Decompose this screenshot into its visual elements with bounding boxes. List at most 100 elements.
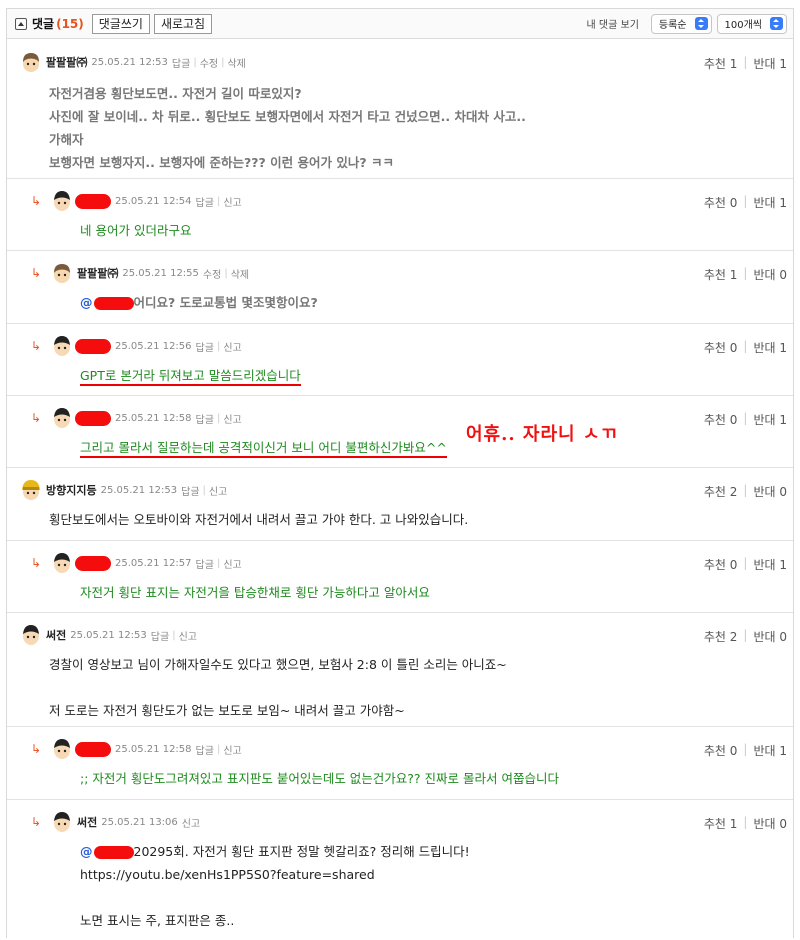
upvote-label: 추천: [703, 817, 726, 831]
reply-link[interactable]: 답글: [196, 339, 214, 354]
comment-author[interactable]: 팔팔팔㈜: [46, 54, 87, 70]
downvote-button[interactable]: 반대 1: [753, 55, 787, 72]
upvote-button[interactable]: 추천 1: [704, 266, 738, 283]
downvote-label: 반대: [753, 630, 776, 644]
collapse-toggle-icon[interactable]: [15, 17, 27, 30]
downvote-count: 0: [779, 630, 787, 644]
report-link[interactable]: 신고: [179, 628, 197, 643]
mention-link[interactable]: @: [80, 844, 93, 859]
comment-date: 25.05.21 12:56: [115, 340, 192, 352]
redacted-nickname: [75, 338, 111, 354]
downvote-button[interactable]: 반대 1: [753, 556, 787, 573]
upvote-button[interactable]: 추천 0: [704, 194, 738, 211]
upvote-button[interactable]: 추천 0: [704, 742, 738, 759]
page-size-value: 100개씩: [724, 20, 763, 31]
comment-date: 25.05.21 12:57: [115, 557, 192, 569]
reply-item: ↳ 25.05.21 12:58 답글 | 신고 추천 0 | 반대 1 그리고 …: [7, 396, 793, 468]
mention-link[interactable]: @: [80, 295, 93, 310]
comment-author[interactable]: 써전: [46, 627, 66, 643]
report-link[interactable]: 신고: [223, 339, 241, 354]
vote-box: 추천 0 | 반대 1: [703, 339, 787, 356]
reply-link[interactable]: 답글: [196, 556, 214, 571]
sort-select[interactable]: 등록순: [650, 13, 712, 34]
comment-line: 자전거 횡단 표지는 자전거을 탑승한채로 횡단 가능하다고 알아서요: [80, 585, 430, 600]
upvote-button[interactable]: 추천 0: [704, 411, 738, 428]
avatar: [22, 480, 40, 500]
upvote-label: 추천: [703, 630, 726, 644]
downvote-button[interactable]: 반대 0: [753, 483, 787, 500]
upvote-button[interactable]: 추천 1: [704, 55, 738, 72]
avatar: [54, 408, 70, 428]
downvote-button[interactable]: 반대 0: [753, 266, 787, 283]
report-link[interactable]: 신고: [209, 483, 227, 498]
downvote-count: 0: [779, 268, 787, 282]
reply-link[interactable]: 답글: [151, 628, 169, 643]
upvote-count: 0: [729, 744, 738, 758]
reply-item: ↳ 써전 25.05.21 13:06 신고 추천 1 | 반대 0 @2029…: [7, 800, 793, 940]
write-comment-button[interactable]: 댓글쓰기: [91, 13, 150, 34]
downvote-label: 반대: [753, 196, 776, 210]
upvote-button[interactable]: 추천 2: [704, 483, 738, 500]
comment-line: GPT로 본거라 뒤져보고 말씀드리겠습니다: [80, 368, 301, 386]
reply-arrow-icon: ↳: [31, 266, 42, 280]
upvote-count: 0: [729, 413, 738, 427]
downvote-button[interactable]: 반대 0: [753, 815, 787, 832]
avatar: [54, 553, 70, 573]
downvote-label: 반대: [753, 485, 776, 499]
comment-body: GPT로 본거라 뒤져보고 말씀드리겠습니다: [80, 364, 301, 387]
comment-count: (15): [56, 16, 84, 31]
edit-link[interactable]: 수정: [203, 266, 221, 281]
comment-date: 25.05.21 12:53: [91, 56, 168, 68]
report-link[interactable]: 신고: [182, 815, 200, 830]
vote-box: 추천 0 | 반대 1: [703, 194, 787, 211]
reply-link[interactable]: 답글: [196, 194, 214, 209]
reply-link[interactable]: 답글: [196, 742, 214, 757]
upvote-button[interactable]: 추천 0: [704, 556, 738, 573]
report-link[interactable]: 신고: [223, 556, 241, 571]
redacted-nickname: [75, 741, 111, 757]
downvote-button[interactable]: 반대 1: [753, 339, 787, 356]
avatar: [54, 336, 70, 356]
vote-box: 추천 1 | 반대 1: [703, 55, 787, 72]
report-link[interactable]: 신고: [223, 194, 241, 209]
comment-body: 횡단보도에서는 오토바이와 자전거에서 내려서 끌고 가야 한다. 고 나와있습…: [49, 508, 468, 531]
comment-line: 어디요? 도로교통법 몇조몇항이요?: [133, 295, 318, 310]
redacted-nickname: [93, 846, 134, 859]
downvote-button[interactable]: 반대 1: [753, 742, 787, 759]
upvote-count: 2: [729, 485, 738, 499]
avatar: [23, 53, 39, 72]
comment-line: [80, 886, 470, 909]
reply-link[interactable]: 답글: [181, 483, 199, 498]
upvote-button[interactable]: 추천 1: [704, 815, 738, 832]
downvote-count: 1: [779, 196, 787, 210]
report-link[interactable]: 신고: [223, 742, 241, 757]
comment-line: 가해자: [49, 132, 84, 147]
upvote-button[interactable]: 추천 0: [704, 339, 738, 356]
delete-link[interactable]: 삭제: [231, 266, 249, 281]
comment-body: 네 용어가 있더라구요: [80, 219, 191, 242]
comment-author[interactable]: 써전: [77, 814, 97, 830]
upvote-button[interactable]: 추천 2: [704, 628, 738, 645]
my-comments-link[interactable]: 내 댓글 보기: [587, 16, 639, 31]
downvote-button[interactable]: 반대 0: [753, 628, 787, 645]
downvote-button[interactable]: 반대 1: [753, 194, 787, 211]
avatar: [54, 264, 70, 283]
delete-link[interactable]: 삭제: [227, 55, 245, 70]
comment-author[interactable]: 방향지지등: [46, 482, 97, 498]
reply-link[interactable]: 답글: [172, 55, 190, 70]
edit-link[interactable]: 수정: [200, 55, 218, 70]
page-size-select[interactable]: 100개씩: [716, 13, 787, 34]
comment-author[interactable]: 팔팔팔㈜: [77, 265, 118, 281]
upvote-label: 추천: [703, 485, 726, 499]
comment-date: 25.05.21 12:54: [115, 195, 192, 207]
report-link[interactable]: 신고: [223, 411, 241, 426]
downvote-label: 반대: [753, 817, 776, 831]
refresh-button[interactable]: 새로고침: [153, 13, 213, 34]
downvote-count: 1: [779, 413, 787, 427]
youtube-link[interactable]: https://youtu.be/xenHs1PP5S0?feature=sha…: [80, 863, 470, 886]
reply-link[interactable]: 답글: [196, 411, 214, 426]
reply-item: ↳ 25.05.21 12:57 답글 | 신고 추천 0 | 반대 1 자전거 …: [7, 541, 793, 613]
downvote-button[interactable]: 반대 1: [753, 411, 787, 428]
comment-body: ;; 자전거 횡단도그려져있고 표지판도 붙어있는데도 없는건가요?? 진짜로 …: [80, 767, 559, 790]
comment-line: 네 용어가 있더라구요: [80, 223, 192, 238]
